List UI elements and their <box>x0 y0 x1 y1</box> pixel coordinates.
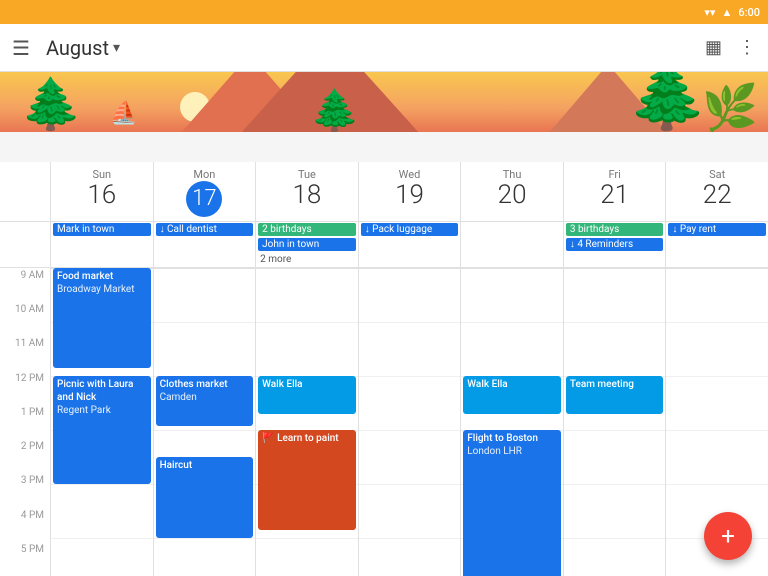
day-col-wed <box>358 268 461 576</box>
event-2-birthdays[interactable]: 2 birthdays <box>258 223 356 236</box>
toolbar-actions: ▦ ⋮ <box>705 37 756 58</box>
event-flight-boston[interactable]: Flight to Boston London LHR <box>463 430 561 576</box>
day-col-mon: Clothes market Camden Haircut Call with … <box>153 268 256 576</box>
event-call-dentist[interactable]: ↓ Call dentist <box>156 223 254 236</box>
time-3pm: 3 PM <box>0 473 50 507</box>
event-john-in-town[interactable]: John in town <box>258 238 356 251</box>
day-header-tue: Tue 18 <box>255 162 358 221</box>
hero-ground <box>0 132 768 162</box>
day-header-sun: Sun 16 <box>50 162 153 221</box>
tree3: 🌲 <box>627 72 708 134</box>
day-header-mon: Mon 17 <box>153 162 256 221</box>
app-bar: ☰ August ▾ ▦ ⋮ <box>0 24 768 72</box>
month-label: August <box>46 36 109 60</box>
time-labels: 9 AM 10 AM 11 AM 12 PM 1 PM 2 PM 3 PM 4 … <box>0 268 50 576</box>
event-mark-in-town[interactable]: Mark in town <box>53 223 151 236</box>
wifi-icon: ▾▾ <box>704 6 715 19</box>
allday-fri: 3 birthdays ↓ 4 Reminders <box>563 222 666 267</box>
day-header-thu: Thu 20 <box>460 162 563 221</box>
day-col-fri: Team meeting <box>563 268 666 576</box>
tree4: 🌿 <box>702 81 758 134</box>
day-header-wed: Wed 19 <box>358 162 461 221</box>
month-dropdown-arrow[interactable]: ▾ <box>113 40 120 56</box>
allday-gutter <box>0 222 50 267</box>
allday-row: Mark in town ↓ Call dentist 2 birthdays … <box>0 222 768 268</box>
event-clothes-market[interactable]: Clothes market Camden <box>156 376 254 426</box>
day-header-sat: Sat 22 <box>665 162 768 221</box>
time-1pm: 1 PM <box>0 405 50 439</box>
event-haircut[interactable]: Haircut <box>156 457 254 538</box>
event-walk-ella-thu[interactable]: Walk Ella <box>463 376 561 414</box>
event-pay-rent[interactable]: ↓ Pay rent <box>668 223 766 236</box>
allday-wed: ↓ Pack luggage <box>358 222 461 267</box>
time-9am: 9 AM <box>0 268 50 302</box>
event-pack-luggage[interactable]: ↓ Pack luggage <box>361 223 459 236</box>
event-picnic[interactable]: Picnic with Laura and Nick Regent Park <box>53 376 151 484</box>
allday-sun: Mark in town <box>50 222 153 267</box>
time-2pm: 2 PM <box>0 439 50 473</box>
time-gutter-header <box>0 162 50 221</box>
boat-decoration: ⛵ <box>110 101 137 126</box>
day-headers: Sun 16 Mon 17 Tue 18 Wed 19 Thu 20 Fri 2… <box>0 162 768 222</box>
time-4pm: 4 PM <box>0 508 50 542</box>
time: 6:00 <box>738 6 760 19</box>
menu-icon[interactable]: ☰ <box>12 36 30 60</box>
time-12pm: 12 PM <box>0 371 50 405</box>
hero-illustration: 🌲 🌲 🌲 🌿 ⛵ <box>0 72 768 162</box>
event-walk-ella-tue[interactable]: Walk Ella <box>258 376 356 414</box>
add-event-button[interactable]: + <box>704 512 752 560</box>
event-team-meeting[interactable]: Team meeting <box>566 376 664 414</box>
calendar-grid: Sun 16 Mon 17 Tue 18 Wed 19 Thu 20 Fri 2… <box>0 162 768 576</box>
tree1: 🌲 <box>20 76 82 134</box>
event-learn-paint[interactable]: 🚩 Learn to paint <box>258 430 356 530</box>
allday-tue: 2 birthdays John in town 2 more <box>255 222 358 267</box>
time-5pm: 5 PM <box>0 542 50 576</box>
tree2: 🌲 <box>310 87 360 134</box>
day-col-tue: Walk Ella 🚩 Learn to paint <box>255 268 358 576</box>
allday-thu <box>460 222 563 267</box>
allday-sat: ↓ Pay rent <box>665 222 768 267</box>
event-4-reminders[interactable]: ↓ 4 Reminders <box>566 238 664 251</box>
event-3-birthdays[interactable]: 3 birthdays <box>566 223 664 236</box>
signal-icon: ▲ <box>721 6 732 19</box>
app-title: August ▾ <box>46 36 120 60</box>
time-11am: 11 AM <box>0 336 50 370</box>
event-food-market[interactable]: Food market Broadway Market <box>53 268 151 368</box>
day-col-sun: Food market Broadway Market Picnic with … <box>50 268 153 576</box>
allday-more-tue[interactable]: 2 more <box>258 253 356 266</box>
day-header-fri: Fri 21 <box>563 162 666 221</box>
allday-mon: ↓ Call dentist <box>153 222 256 267</box>
status-bar: ▾▾ ▲ 6:00 <box>0 0 768 24</box>
day-columns: Food market Broadway Market Picnic with … <box>50 268 768 576</box>
time-10am: 10 AM <box>0 302 50 336</box>
time-grid: 9 AM 10 AM 11 AM 12 PM 1 PM 2 PM 3 PM 4 … <box>0 268 768 576</box>
calendar-icon[interactable]: ▦ <box>705 37 722 58</box>
more-icon[interactable]: ⋮ <box>738 37 756 58</box>
day-col-thu: Walk Ella Flight to Boston London LHR <box>460 268 563 576</box>
